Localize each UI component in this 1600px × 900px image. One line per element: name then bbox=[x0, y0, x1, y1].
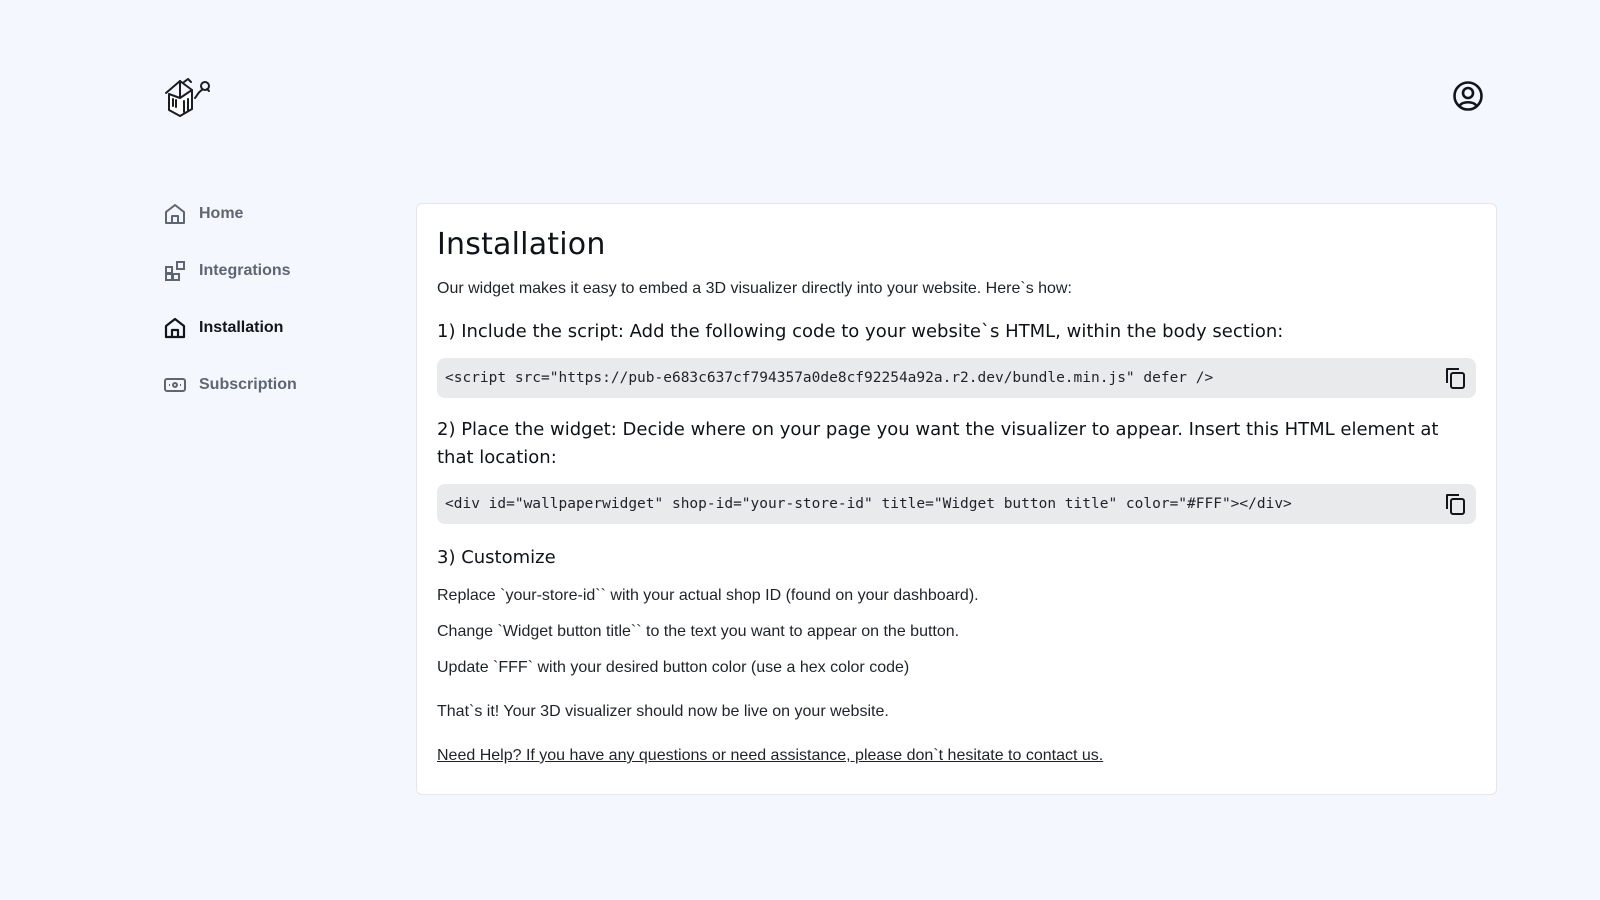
home-icon bbox=[163, 316, 187, 340]
house-logo-icon[interactable] bbox=[163, 76, 213, 118]
customize-title-text: Change `Widget button title`` to the tex… bbox=[437, 623, 960, 640]
copy-icon bbox=[1446, 494, 1465, 515]
sidebar-item-integrations[interactable]: Integrations bbox=[163, 257, 403, 285]
done-text: That`s it! Your 3D visualizer should now… bbox=[437, 703, 889, 720]
step2-title: 2) Place the widget: Decide where on you… bbox=[437, 419, 1439, 468]
sidebar-item-label: Subscription bbox=[199, 376, 297, 393]
sidebar-item-installation[interactable]: Installation bbox=[163, 314, 403, 342]
customize-store-id-text: Replace `your-store-id`` with your actua… bbox=[437, 587, 979, 604]
sidebar-item-label: Installation bbox=[199, 319, 284, 336]
sidebar-item-home[interactable]: Home bbox=[163, 200, 403, 228]
copy-script-button[interactable] bbox=[1442, 365, 1468, 391]
installation-card: Installation Our widget makes it easy to… bbox=[416, 203, 1497, 795]
subscription-icon bbox=[163, 373, 187, 397]
account-button[interactable] bbox=[1452, 80, 1484, 112]
step3-title: 3) Customize bbox=[437, 547, 556, 568]
page-title: Installation bbox=[437, 227, 606, 262]
copy-icon bbox=[1446, 368, 1465, 389]
script-code-text[interactable]: <script src="https://pub-e683c637cf79435… bbox=[445, 370, 1213, 386]
integrations-icon bbox=[163, 259, 187, 283]
help-contact-link[interactable]: Need Help? If you have any questions or … bbox=[437, 744, 1103, 768]
intro-text: Our widget makes it easy to embed a 3D v… bbox=[437, 280, 1072, 297]
sidebar-item-label: Integrations bbox=[199, 262, 291, 279]
sidebar-item-label: Home bbox=[199, 205, 244, 222]
sidebar-item-subscription[interactable]: Subscription bbox=[163, 371, 403, 399]
widget-code-text[interactable]: <div id="wallpaperwidget" shop-id="your-… bbox=[445, 496, 1292, 512]
customize-color-text: Update `FFF` with your desired button co… bbox=[437, 659, 910, 676]
widget-code-block: <div id="wallpaperwidget" shop-id="your-… bbox=[437, 484, 1476, 524]
step1-title: 1) Include the script: Add the following… bbox=[437, 321, 1284, 342]
sidebar-nav: Home Integrations Installation Subscript… bbox=[163, 200, 403, 428]
copy-widget-button[interactable] bbox=[1442, 491, 1468, 517]
script-code-block: <script src="https://pub-e683c637cf79435… bbox=[437, 358, 1476, 398]
home-icon bbox=[163, 202, 187, 226]
user-circle-icon bbox=[1453, 81, 1483, 111]
